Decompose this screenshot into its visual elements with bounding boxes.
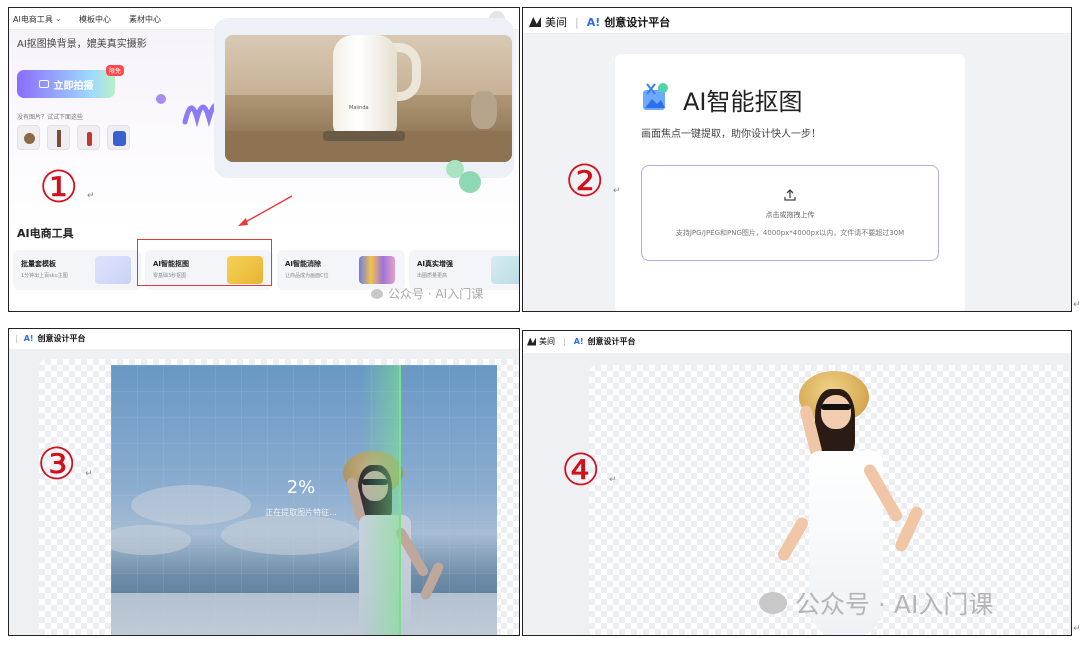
page-title: AI智能抠图 xyxy=(683,88,803,116)
watermark: 公众号 · AI入门课 xyxy=(759,585,993,621)
brand-separator: | xyxy=(15,334,18,343)
scan-line xyxy=(361,365,401,635)
sample-thumbnail[interactable] xyxy=(77,125,100,150)
ai-logo: A! xyxy=(573,337,584,346)
panel-3-processing: | A! 创意设计平台 2% 正在提取图片特征... ③ ↵ xyxy=(8,328,520,636)
shoot-now-button[interactable]: 立即拍摄 xyxy=(17,70,115,98)
smart-cutout-logo-icon xyxy=(643,83,668,110)
tool-thumbnail xyxy=(359,256,395,284)
paragraph-mark: ↵ xyxy=(1073,300,1080,310)
chevron-down-icon: ⌄ xyxy=(55,14,62,23)
step-number-2: ② xyxy=(565,156,605,207)
wechat-icon xyxy=(759,592,787,614)
brand-mark: 美间 xyxy=(539,337,555,346)
ai-logo: A! xyxy=(23,334,34,343)
meijian-logo-icon xyxy=(529,17,541,27)
tool-title: 批量套模板 xyxy=(21,260,56,268)
panel-4-cutout-result: 美间 | A! 创意设计平台 ④ ↵ 公众号 · AI入门课 xyxy=(522,330,1072,636)
tool-card-real-enhance[interactable]: AI真实增强 出图质量更高 xyxy=(409,250,519,290)
hero-headline: AI抠图换背景，媲美真实摄影 xyxy=(17,39,147,50)
brand-mark: 美间 xyxy=(545,16,567,29)
panel-2-upload-page: 美间 | A! 创意设计平台 AI智能抠图 画面焦点一键提取，助你设计快人一步！… xyxy=(522,7,1072,312)
decor-orb xyxy=(459,171,481,193)
upload-hint: 支持JPG/JPEG和PNG图片，4000px*4000px以内，文件请不要超过… xyxy=(675,229,905,237)
watermark-text: 公众号 · AI入门课 xyxy=(388,287,484,301)
sample-thumbnail[interactable] xyxy=(47,125,70,150)
decor-orb xyxy=(156,94,166,104)
tool-card-smart-erase[interactable]: AI智能消除 让商品成为画面C位 xyxy=(277,250,405,290)
paragraph-mark: ↵ xyxy=(85,469,93,479)
meijian-logo-icon xyxy=(527,337,536,346)
tool-title: AI智能消除 xyxy=(285,260,322,268)
progress-status: 正在提取图片特征... xyxy=(265,508,337,517)
top-bar: 美间 | A! 创意设计平台 xyxy=(523,331,1071,353)
progress-percent: 2% xyxy=(286,477,316,498)
top-bar: 美间 | A! 创意设计平台 xyxy=(523,8,1071,34)
sample-thumbnail[interactable] xyxy=(17,125,40,150)
tool-card-batch-template[interactable]: 批量套模板 1分钟出上百sku主图 xyxy=(13,250,141,290)
section-title: AI电商工具 xyxy=(17,227,74,240)
free-badge: 限免 xyxy=(106,65,125,76)
tool-title: AI真实增强 xyxy=(417,260,454,268)
wechat-icon xyxy=(371,288,383,299)
kettle-brand-label: Malinda xyxy=(349,105,369,111)
step-number-4: ④ xyxy=(561,445,601,496)
paragraph-mark: ↵ xyxy=(1073,624,1080,634)
brand-separator: | xyxy=(563,337,566,346)
upload-dropzone[interactable]: 点击或拖拽上传 支持JPG/JPEG和PNG图片，4000px*4000px以内… xyxy=(641,165,939,261)
nav-material-center[interactable]: 素材中心 xyxy=(129,14,161,25)
tool-subtitle: 让商品成为画面C位 xyxy=(285,273,329,279)
upload-label: 点击或拖拽上传 xyxy=(765,211,815,219)
watermark: 公众号 · AI入门课 xyxy=(371,285,483,302)
tool-thumbnail xyxy=(491,256,519,284)
sample-hint: 没有图片？试试下面这些 xyxy=(17,114,84,121)
watermark-text: 公众号 · AI入门课 xyxy=(795,590,994,619)
tool-thumbnail xyxy=(95,256,131,284)
brand-name: 创意设计平台 xyxy=(604,16,671,29)
brand-header: 美间 | A! 创意设计平台 xyxy=(529,14,670,30)
brand-separator: | xyxy=(575,15,579,29)
top-bar: | A! 创意设计平台 xyxy=(9,329,519,349)
shoot-button-label: 立即拍摄 xyxy=(53,80,94,92)
nav-ai-ecommerce-tools[interactable]: AI电商工具 xyxy=(13,14,53,25)
ai-logo: A! xyxy=(586,15,601,29)
tool-subtitle: 1分钟出上百sku主图 xyxy=(21,273,68,279)
camera-icon xyxy=(38,80,49,88)
paragraph-mark: ↵ xyxy=(613,186,621,196)
brand-header: 美间 | A! 创意设计平台 xyxy=(527,336,636,347)
nav-template-center[interactable]: 模板中心 xyxy=(79,14,111,25)
red-arrow-icon xyxy=(238,195,293,226)
highlight-box xyxy=(137,239,272,286)
brand-name: 创意设计平台 xyxy=(37,334,86,343)
panel-1-ecommerce-tools: AI电商工具 ⌄ 模板中心 素材中心 AI抠图换背景，媲美真实摄影 立即拍摄 限… xyxy=(8,7,520,312)
upload-icon xyxy=(784,189,796,201)
step-number-1: ① xyxy=(39,162,79,213)
paragraph-mark: ↵ xyxy=(87,191,95,201)
sample-thumbnail[interactable] xyxy=(107,125,130,150)
brand-name: 创意设计平台 xyxy=(587,337,636,346)
step-number-3: ③ xyxy=(37,439,77,490)
brand-header: | A! 创意设计平台 xyxy=(15,333,86,344)
paragraph-mark: ↵ xyxy=(609,475,617,485)
page-description: 画面焦点一键提取，助你设计快人一步！ xyxy=(641,129,821,140)
kettle-product-image: Malinda xyxy=(225,35,512,162)
tool-subtitle: 出图质量更高 xyxy=(417,273,448,279)
processing-photo: 2% 正在提取图片特征... xyxy=(111,365,497,635)
